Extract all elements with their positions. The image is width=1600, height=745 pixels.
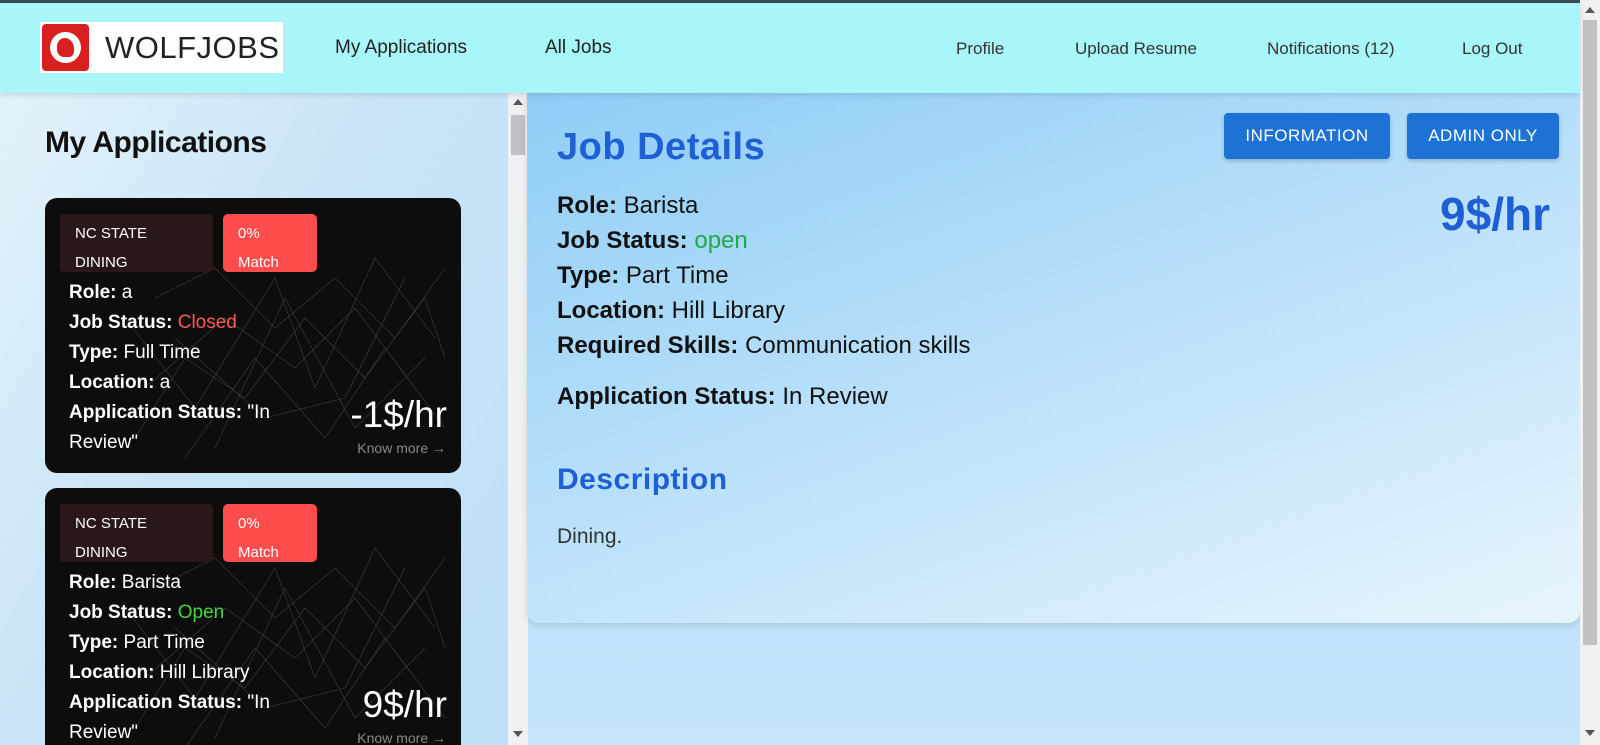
applications-heading: My Applications: [45, 126, 267, 159]
scroll-down-icon[interactable]: [513, 731, 523, 737]
status-label: Job Status:: [69, 602, 173, 623]
know-more-link[interactable]: Know more →: [357, 440, 446, 456]
skills-label: Required Skills:: [557, 332, 739, 359]
location-value: Hill Library: [671, 297, 786, 324]
type-value: Full Time: [123, 342, 201, 363]
role-label: Role:: [557, 192, 617, 219]
scrollbar-thumb[interactable]: [511, 115, 525, 155]
logo[interactable]: WOLFJOBS: [40, 22, 283, 73]
type-label: Type:: [557, 262, 620, 289]
location-label: Location:: [69, 372, 155, 393]
role-label: Role:: [69, 572, 117, 593]
app-status-label: Application Status:: [557, 383, 776, 410]
know-more-link[interactable]: Know more →: [357, 730, 446, 745]
card-pay: -1$/hr: [350, 394, 447, 435]
type-value: Part Time: [123, 632, 205, 653]
description-text: Dining.: [557, 525, 623, 548]
status-value: open: [694, 227, 748, 254]
applications-list-panel: My Applications NC STATE DINING 0% Match…: [0, 93, 508, 745]
location-value: Hill Library: [159, 662, 250, 683]
type-label: Type:: [69, 342, 119, 363]
scroll-up-icon[interactable]: [513, 99, 523, 105]
nav-profile[interactable]: Profile: [956, 39, 1004, 59]
company-chip: NC STATE DINING: [60, 214, 213, 272]
scrollbar-thumb[interactable]: [1583, 20, 1597, 645]
application-card[interactable]: NC STATE DINING 0% Match Role: a Job Sta…: [45, 198, 461, 473]
scroll-down-icon[interactable]: [1585, 730, 1595, 736]
nav-my-applications[interactable]: My Applications: [335, 37, 467, 59]
nav-logout[interactable]: Log Out: [1462, 39, 1523, 59]
logo-text: WOLFJOBS: [105, 29, 280, 65]
list-scrollbar[interactable]: [508, 93, 528, 745]
status-value: Open: [177, 602, 225, 623]
job-pay: 9$/hr: [1440, 188, 1550, 240]
card-fields: Role: Barista Job Status: Open Type: Par…: [69, 568, 329, 745]
page-scrollbar[interactable]: [1580, 0, 1600, 745]
match-badge: 0% Match: [223, 214, 317, 272]
status-label: Job Status:: [557, 227, 688, 254]
app-status-label: Application Status:: [69, 692, 243, 713]
information-button[interactable]: INFORMATION: [1224, 113, 1390, 159]
role-label: Role:: [69, 282, 117, 303]
role-value: Barista: [121, 572, 181, 593]
status-value: Closed: [177, 312, 237, 333]
card-pay: 9$/hr: [362, 684, 447, 725]
role-value: a: [121, 282, 133, 303]
company-chip: NC STATE DINING: [60, 504, 213, 562]
location-label: Location:: [69, 662, 155, 683]
status-label: Job Status:: [69, 312, 173, 333]
navbar: WOLFJOBS My Applications All Jobs Profil…: [0, 3, 1580, 93]
description-heading: Description: [557, 463, 728, 496]
job-details-card: Job Details INFORMATION ADMIN ONLY 9$/hr…: [527, 93, 1580, 623]
role-value: Barista: [623, 192, 699, 219]
type-label: Type:: [69, 632, 119, 653]
nav-upload-resume[interactable]: Upload Resume: [1075, 39, 1197, 59]
app-status-label: Application Status:: [69, 402, 243, 423]
application-card[interactable]: NC STATE DINING 0% Match Role: Barista J…: [45, 488, 461, 745]
match-badge: 0% Match: [223, 504, 317, 562]
location-label: Location:: [557, 297, 665, 324]
location-value: a: [159, 372, 171, 393]
nav-all-jobs[interactable]: All Jobs: [545, 37, 612, 59]
wolf-logo-icon: [42, 24, 89, 71]
admin-only-button[interactable]: ADMIN ONLY: [1407, 113, 1559, 159]
nav-notifications[interactable]: Notifications (12): [1267, 39, 1395, 59]
card-fields: Role: a Job Status: Closed Type: Full Ti…: [69, 278, 329, 458]
application-status: Application Status: In Review: [557, 383, 888, 411]
job-fields: Role: Barista Job Status: open Type: Par…: [557, 188, 970, 363]
job-details-title: Job Details: [557, 126, 766, 168]
skills-value: Communication skills: [745, 332, 971, 359]
scroll-up-icon[interactable]: [1585, 7, 1595, 13]
app-status-value: In Review: [782, 383, 888, 410]
type-value: Part Time: [625, 262, 729, 289]
